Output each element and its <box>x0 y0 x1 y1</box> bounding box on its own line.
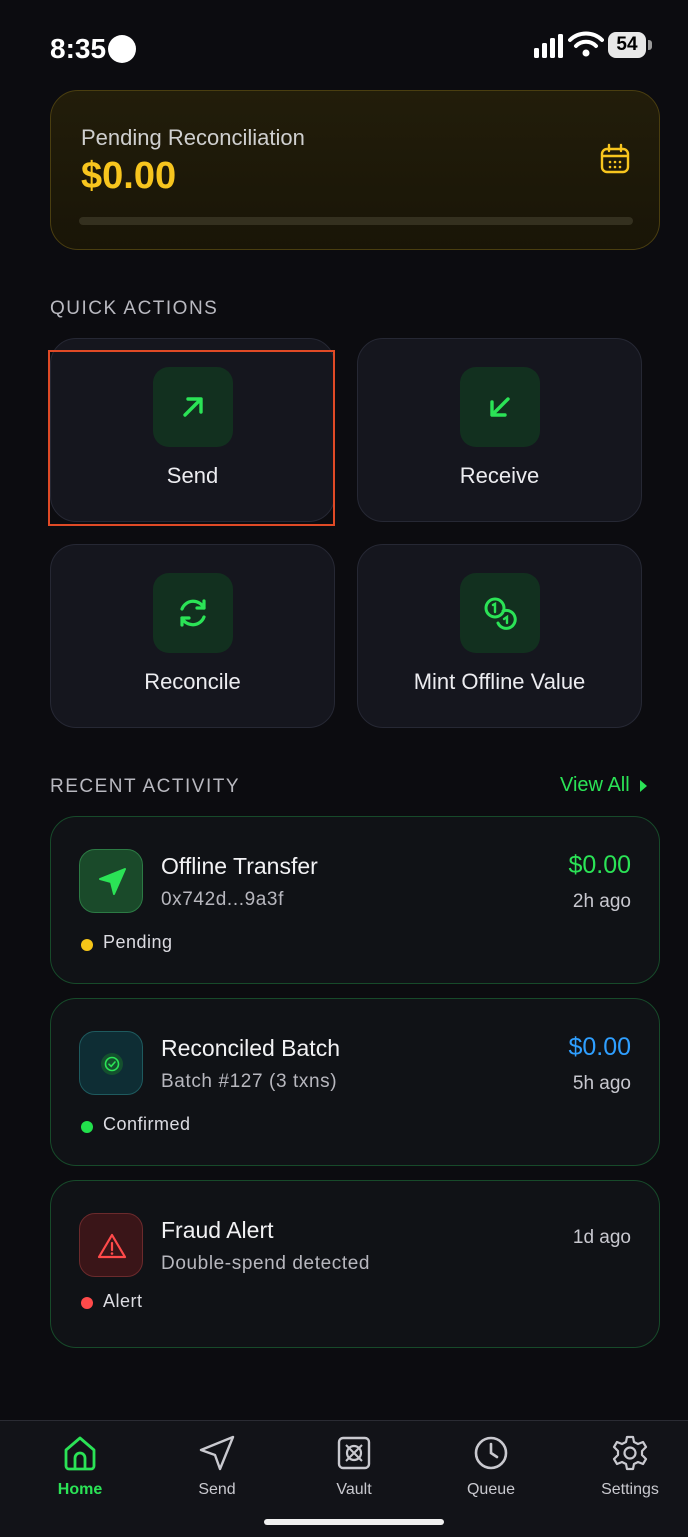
status-dot-pending <box>81 939 93 951</box>
selection-highlight <box>48 350 335 526</box>
mint-offline-value-action-button[interactable]: Mint Offline Value <box>357 544 642 728</box>
pending-label: Pending Reconciliation <box>81 125 305 150</box>
receive-action-button[interactable]: Receive <box>357 338 642 522</box>
tab-vault-label: Vault <box>336 1481 372 1498</box>
activity-status: Alert <box>103 1291 143 1311</box>
pending-reconciliation-card[interactable]: Pending Reconciliation $0.00 <box>50 90 660 250</box>
status-dot-alert <box>81 1297 93 1309</box>
status-dot-confirmed <box>81 1121 93 1133</box>
clock-icon <box>474 1436 508 1470</box>
status-time: 8:35 <box>50 33 107 64</box>
activity-item-reconciled-batch[interactable]: Reconciled Batch Batch #127 (3 txns) $0.… <box>50 998 660 1166</box>
refresh-icon <box>153 573 233 653</box>
home-indicator <box>264 1519 444 1525</box>
pending-progress-bar <box>79 217 633 225</box>
quick-actions-title: QUICK ACTIONS <box>50 298 219 319</box>
wifi-icon <box>568 31 604 57</box>
battery-icon: 54 <box>608 32 652 58</box>
send-arrow-icon <box>79 849 143 913</box>
vault-icon <box>337 1436 371 1470</box>
recent-activity-title: RECENT ACTIVITY <box>50 776 241 797</box>
app-screen: 8:35 54 Pending Reconciliation $0.00 QUI… <box>0 0 688 1537</box>
activity-title: Reconciled Batch <box>161 1035 340 1061</box>
tab-home-label: Home <box>57 1481 103 1498</box>
activity-subtitle: Batch #127 (3 txns) <box>161 1071 338 1092</box>
pending-amount: $0.00 <box>81 155 177 197</box>
activity-time: 5h ago <box>572 1073 631 1094</box>
reconcile-action-button[interactable]: Reconcile <box>50 544 335 728</box>
signal-icon <box>534 34 563 58</box>
activity-amount: $0.00 <box>568 851 631 879</box>
chevron-right-icon <box>639 779 647 792</box>
activity-item-fraud-alert[interactable]: Fraud Alert Double-spend detected 1d ago… <box>50 1180 660 1348</box>
activity-status: Confirmed <box>103 1114 191 1134</box>
calendar-icon[interactable] <box>599 143 631 175</box>
tab-settings-label: Settings <box>601 1481 659 1498</box>
arrow-down-left-icon <box>460 367 540 447</box>
tab-vault[interactable]: Vault <box>299 1433 409 1513</box>
reconcile-action-label: Reconcile <box>144 669 241 694</box>
view-all-label: View All <box>560 774 630 796</box>
activity-title: Fraud Alert <box>161 1217 274 1243</box>
mint-offline-value-label: Mint Offline Value <box>413 669 586 694</box>
activity-amount: $0.00 <box>568 1033 631 1061</box>
tab-settings[interactable]: Settings <box>575 1433 685 1513</box>
tab-queue-label: Queue <box>466 1481 516 1498</box>
status-bar: 8:35 54 <box>0 0 688 80</box>
tab-send-label: Send <box>198 1481 236 1498</box>
check-circle-icon <box>79 1031 143 1095</box>
activity-time: 1d ago <box>572 1227 631 1248</box>
activity-status: Pending <box>103 932 173 952</box>
tab-send[interactable]: Send <box>162 1433 272 1513</box>
activity-title: Offline Transfer <box>161 853 318 879</box>
gear-icon <box>612 1435 648 1471</box>
tab-home[interactable]: Home <box>25 1433 135 1513</box>
receive-action-label: Receive <box>459 463 540 488</box>
recording-dot-icon <box>108 35 136 63</box>
battery-level: 54 <box>608 32 646 58</box>
activity-item-offline-transfer[interactable]: Offline Transfer 0x742d...9a3f $0.00 2h … <box>50 816 660 984</box>
warning-icon <box>79 1213 143 1277</box>
view-all-link[interactable]: View All <box>560 774 647 797</box>
send-icon <box>199 1435 235 1471</box>
activity-subtitle: Double-spend detected <box>161 1253 371 1274</box>
activity-time: 2h ago <box>572 891 631 912</box>
coins-icon <box>460 573 540 653</box>
home-icon <box>64 1436 96 1471</box>
tab-queue[interactable]: Queue <box>436 1433 546 1513</box>
activity-subtitle: 0x742d...9a3f <box>161 889 284 910</box>
